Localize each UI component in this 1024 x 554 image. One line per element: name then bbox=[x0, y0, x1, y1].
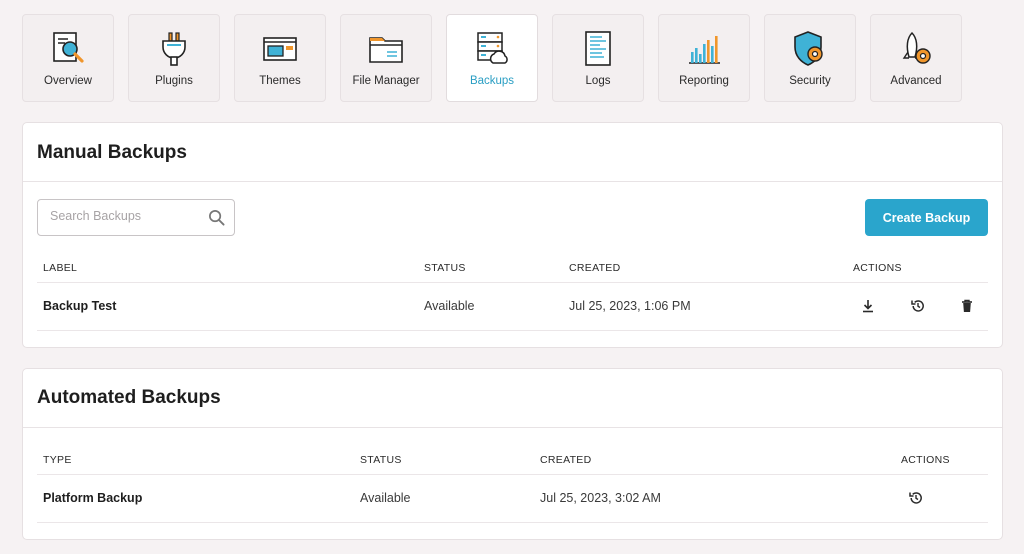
divider bbox=[37, 330, 988, 331]
bar-chart-icon bbox=[685, 30, 723, 68]
manual-backups-title: Manual Backups bbox=[37, 142, 187, 163]
tab-logs[interactable]: Logs bbox=[552, 14, 644, 102]
search-icon[interactable] bbox=[208, 209, 225, 226]
backup-type: Platform Backup bbox=[43, 491, 143, 505]
column-header-actions: ACTIONS bbox=[853, 262, 902, 274]
column-header-created: CREATED bbox=[540, 454, 592, 466]
rocket-gear-icon bbox=[897, 30, 935, 68]
divider bbox=[37, 474, 988, 475]
create-backup-button[interactable]: Create Backup bbox=[865, 199, 988, 236]
backup-status: Available bbox=[424, 299, 475, 313]
manual-backups-card: Manual Backups Create Backup LABEL STATU… bbox=[22, 122, 1003, 348]
backup-created: Jul 25, 2023, 3:02 AM bbox=[540, 491, 661, 505]
tab-label: Overview bbox=[44, 75, 92, 87]
tab-label: Security bbox=[789, 75, 831, 87]
tab-label: Logs bbox=[585, 75, 611, 87]
column-header-status: STATUS bbox=[360, 454, 402, 466]
tab-security[interactable]: Security bbox=[764, 14, 856, 102]
search-box bbox=[37, 199, 235, 236]
divider bbox=[37, 522, 988, 523]
automated-backups-card: Automated Backups TYPE STATUS CREATED AC… bbox=[22, 368, 1003, 540]
tab-advanced[interactable]: Advanced bbox=[870, 14, 962, 102]
backup-label: Backup Test bbox=[43, 299, 117, 313]
column-header-status: STATUS bbox=[424, 262, 466, 274]
restore-icon[interactable] bbox=[910, 298, 926, 314]
column-header-created: CREATED bbox=[569, 262, 621, 274]
tab-label: Reporting bbox=[679, 75, 729, 87]
document-log-icon bbox=[579, 30, 617, 68]
backup-status: Available bbox=[360, 491, 411, 505]
tab-label: File Manager bbox=[352, 75, 420, 87]
tab-reporting[interactable]: Reporting bbox=[658, 14, 750, 102]
tab-label: Advanced bbox=[890, 75, 942, 87]
divider bbox=[37, 282, 988, 283]
download-icon[interactable] bbox=[860, 298, 876, 314]
browser-window-icon bbox=[261, 30, 299, 68]
tab-themes[interactable]: Themes bbox=[234, 14, 326, 102]
column-header-actions: ACTIONS bbox=[901, 454, 950, 466]
plug-icon bbox=[155, 30, 193, 68]
server-cloud-icon bbox=[473, 30, 511, 68]
trash-icon[interactable] bbox=[959, 298, 975, 314]
shield-gear-icon bbox=[791, 30, 829, 68]
column-header-label: LABEL bbox=[43, 262, 78, 274]
folder-icon bbox=[367, 30, 405, 68]
tab-bar: Overview Plugins Themes File Manager Bac… bbox=[22, 14, 962, 102]
tab-backups[interactable]: Backups bbox=[446, 14, 538, 102]
automated-backups-title: Automated Backups bbox=[37, 387, 221, 408]
tab-plugins[interactable]: Plugins bbox=[128, 14, 220, 102]
tab-label: Themes bbox=[259, 75, 301, 87]
tab-overview[interactable]: Overview bbox=[22, 14, 114, 102]
overview-magnifier-icon bbox=[49, 30, 87, 68]
search-input[interactable] bbox=[50, 209, 200, 223]
divider bbox=[23, 427, 1002, 428]
column-header-type: TYPE bbox=[43, 454, 72, 466]
tab-file-manager[interactable]: File Manager bbox=[340, 14, 432, 102]
restore-icon[interactable] bbox=[908, 490, 924, 506]
tab-label: Backups bbox=[469, 75, 515, 87]
tab-label: Plugins bbox=[155, 75, 193, 87]
divider bbox=[23, 181, 1002, 182]
backup-created: Jul 25, 2023, 1:06 PM bbox=[569, 299, 691, 313]
